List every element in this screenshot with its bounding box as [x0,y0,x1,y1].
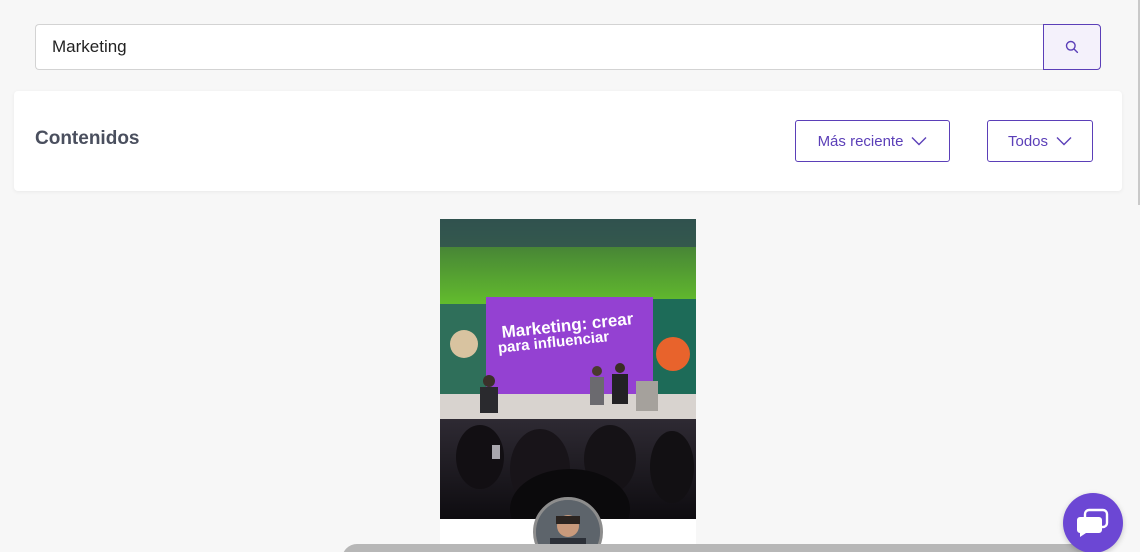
content-card-image[interactable]: Marketing: crear para influenciar [440,219,696,519]
search-results-page: Contenidos Más reciente Todos [0,0,1140,552]
search-input[interactable] [35,24,1043,70]
bottom-overlay-bar [342,544,1092,552]
content-type-dropdown[interactable]: Todos [987,120,1093,162]
sort-dropdown-label: Más reciente [817,132,904,150]
chat-bubble-icon [1077,508,1109,537]
search-button[interactable] [1043,24,1101,70]
chevron-down-icon [1056,137,1072,146]
content-type-dropdown-label: Todos [1007,132,1049,150]
content-card[interactable]: Marketing: crear para influenciar [440,219,696,552]
content-filters-panel: Contenidos Más reciente Todos [14,91,1122,191]
section-title: Contenidos [35,128,140,149]
chat-button[interactable] [1063,493,1123,552]
chevron-down-icon [911,137,927,146]
sort-dropdown[interactable]: Más reciente [795,120,950,162]
search-icon [1065,40,1079,54]
